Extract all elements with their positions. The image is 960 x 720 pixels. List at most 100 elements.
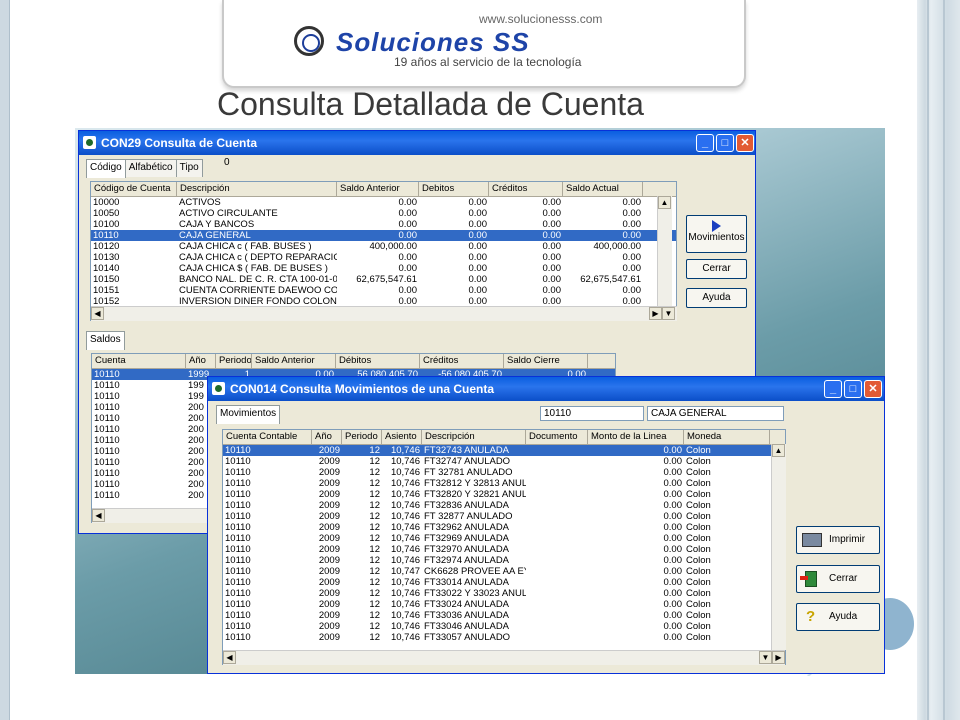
table-cell: 2009 <box>318 555 340 566</box>
minimize-button[interactable]: _ <box>824 380 842 398</box>
column-header[interactable]: Créditos <box>489 182 563 196</box>
column-header[interactable]: Asiento <box>382 430 422 444</box>
table-cell <box>526 599 588 610</box>
minimize-button[interactable]: _ <box>696 134 714 152</box>
column-header[interactable]: Saldo Actual <box>563 182 643 196</box>
tab-tipo[interactable]: Tipo <box>175 159 203 177</box>
ayuda-movimientos-button[interactable]: ? Ayuda <box>796 603 880 631</box>
column-header[interactable]: Débitos <box>336 354 420 368</box>
tab-movimientos[interactable]: Movimientos <box>216 405 281 424</box>
account-name-field[interactable]: CAJA GENERAL <box>647 406 784 421</box>
scroll-down-icon[interactable]: ▼ <box>759 651 772 664</box>
column-header[interactable]: Saldo Cierre <box>504 354 588 368</box>
table-row[interactable]: 10151 CUENTA CORRIENTE DAEWOO COL 0.00 0.00… <box>91 285 676 296</box>
column-header[interactable]: Año <box>312 430 342 444</box>
table-cell: 10110 <box>225 478 251 489</box>
table-row[interactable]: 10110 2009 12 10,746 FT33022 Y 33023 ANUL 0.0… <box>223 588 785 599</box>
table-row[interactable]: 10110 2009 12 10,746 FT33057 ANULADO 0.00 Colo… <box>223 632 785 643</box>
table-cell: 0.00 <box>663 478 683 489</box>
scroll-left-icon[interactable]: ◀ <box>91 307 104 320</box>
table-cell: 0.00 <box>468 285 488 296</box>
movimientos-button[interactable]: Movimientos <box>686 215 747 253</box>
table-cell: 12 <box>369 588 380 599</box>
table-row[interactable]: 10050 ACTIVO CIRCULANTE 0.00 0.00 0.00 0.00 <box>91 208 676 219</box>
maximize-button[interactable]: □ <box>716 134 734 152</box>
table-row[interactable]: 10110 CAJA GENERAL 0.00 0.00 0.00 0.00 <box>91 230 676 241</box>
table-cell: CAJA GENERAL <box>179 230 251 241</box>
scroll-right-icon[interactable]: ▶ <box>772 651 785 664</box>
ayuda-label: Ayuda <box>829 611 858 622</box>
column-header[interactable]: Periodo <box>216 354 252 368</box>
maximize-button[interactable]: □ <box>844 380 862 398</box>
table-row[interactable]: 10110 2009 12 10,746 FT33014 ANULADA 0.00 Colo… <box>223 577 785 588</box>
maximize-icon: □ <box>721 137 729 149</box>
column-header[interactable]: Saldo Anterior <box>337 182 419 196</box>
table-cell <box>526 577 588 588</box>
table-row[interactable]: 10130 CAJA CHICA c ( DEPTO REPARACION 0.00… <box>91 252 676 263</box>
table-row[interactable]: 10120 CAJA CHICA c ( FAB. BUSES ) 400,000.… <box>91 241 676 252</box>
accounts-hscroll[interactable]: ◀ ▶ ▼ <box>91 306 677 321</box>
table-row[interactable]: 10110 2009 12 10,746 FT32836 ANULADA 0.00 Colo… <box>223 500 785 511</box>
scroll-up-icon[interactable]: ▲ <box>772 444 785 457</box>
close-button[interactable]: ✕ <box>864 380 882 398</box>
column-header[interactable]: Documento <box>526 430 588 444</box>
table-cell: Colon <box>686 500 711 511</box>
accounts-vscroll[interactable]: ▲ <box>657 196 672 320</box>
table-row[interactable]: 10110 2009 12 10,746 FT33046 ANULADA 0.00 Colo… <box>223 621 785 632</box>
table-cell: 10050 <box>93 208 120 219</box>
imprimir-button[interactable]: Imprimir <box>796 526 880 554</box>
table-cell: 12 <box>369 533 380 544</box>
table-cell: 2009 <box>318 566 340 577</box>
table-row[interactable]: 10110 2009 12 10,746 FT32962 ANULADA 0.00 Colo… <box>223 522 785 533</box>
column-header[interactable]: Monto de la Linea <box>588 430 684 444</box>
scroll-left-icon[interactable]: ◀ <box>92 509 105 522</box>
table-row[interactable]: 10110 2009 12 10,746 FT32743 ANULADA 0.00 Colo… <box>223 445 785 456</box>
column-header[interactable]: Cuenta <box>92 354 186 368</box>
close-button[interactable]: ✕ <box>736 134 754 152</box>
table-row[interactable]: 10110 2009 12 10,746 FT33024 ANULADA 0.00 Colo… <box>223 599 785 610</box>
column-header[interactable]: Moneda <box>684 430 770 444</box>
column-header[interactable]: Cuenta Contable <box>223 430 312 444</box>
column-header[interactable]: Periodo <box>342 430 382 444</box>
account-code-field[interactable]: 10110 <box>540 406 644 421</box>
movements-vscroll[interactable]: ▲ <box>771 444 786 650</box>
movements-hscroll[interactable]: ◀ ▼ ▶ <box>223 650 785 665</box>
table-row[interactable]: 10100 CAJA Y BANCOS 0.00 0.00 0.00 0.00 <box>91 219 676 230</box>
tab-codigo[interactable]: Código <box>86 159 126 178</box>
table-row[interactable]: 10110 2009 12 10,746 FT32820 Y 32821 ANUL 0.0… <box>223 489 785 500</box>
scroll-down-icon[interactable]: ▼ <box>662 307 675 320</box>
table-row[interactable]: 10140 CAJA CHICA $ ( FAB. DE BUSES ) 0.00 0… <box>91 263 676 274</box>
table-row[interactable]: 10110 2009 12 10,746 FT 32877 ANULADO 0.00 Col… <box>223 511 785 522</box>
column-header[interactable]: Año <box>186 354 216 368</box>
table-row[interactable]: 10110 2009 12 10,746 FT32970 ANULADA 0.00 Colo… <box>223 544 785 555</box>
table-cell: 10,746 <box>390 489 420 500</box>
column-header[interactable]: Debitos <box>419 182 489 196</box>
column-header[interactable]: Créditos <box>420 354 504 368</box>
table-row[interactable]: 10000 ACTIVOS 0.00 0.00 0.00 0.00 <box>91 197 676 208</box>
tab-alfabetico[interactable]: Alfabético <box>124 159 177 177</box>
column-header[interactable]: Descripción <box>422 430 526 444</box>
cerrar-movimientos-button[interactable]: Cerrar <box>796 565 880 593</box>
table-row[interactable]: 10110 2009 12 10,746 FT33036 ANULADA 0.00 Colo… <box>223 610 785 621</box>
ayuda-button[interactable]: Ayuda <box>686 288 747 308</box>
scroll-left-icon[interactable]: ◀ <box>223 651 236 664</box>
table-row[interactable]: 10110 2009 12 10,746 FT32969 ANULADA 0.00 Colo… <box>223 533 785 544</box>
column-header[interactable]: Código de Cuenta <box>91 182 177 196</box>
scroll-right-icon[interactable]: ▶ <box>649 307 662 320</box>
table-row[interactable]: 10110 2009 12 10,746 FT32812 Y 32813 ANUL 0.0… <box>223 478 785 489</box>
table-row[interactable]: 10110 2009 12 10,747 CK6628 PROVEE AA EY 0.00… <box>223 566 785 577</box>
table-cell: 0.00 <box>663 456 683 467</box>
table-cell: CAJA Y BANCOS <box>179 219 255 230</box>
table-row[interactable]: 10110 2009 12 10,746 FT32974 ANULADA 0.00 Colo… <box>223 555 785 566</box>
column-header[interactable]: Descripción <box>177 182 337 196</box>
scroll-up-icon[interactable]: ▲ <box>658 196 671 209</box>
cerrar-button[interactable]: Cerrar <box>686 259 747 279</box>
table-cell: 12 <box>369 610 380 621</box>
saldos-hscroll[interactable]: ◀ <box>92 508 212 523</box>
table-row[interactable]: 10150 BANCO NAL. DE C. R. CTA 100-01-00 62… <box>91 274 676 285</box>
table-cell: 12 <box>369 621 380 632</box>
column-header[interactable]: Saldo Anterior <box>252 354 336 368</box>
tab-saldos[interactable]: Saldos <box>86 331 125 350</box>
table-row[interactable]: 10110 2009 12 10,746 FT 32781 ANULADO 0.00 Col… <box>223 467 785 478</box>
table-row[interactable]: 10110 2009 12 10,746 FT32747 ANULADO 0.00 Colo… <box>223 456 785 467</box>
